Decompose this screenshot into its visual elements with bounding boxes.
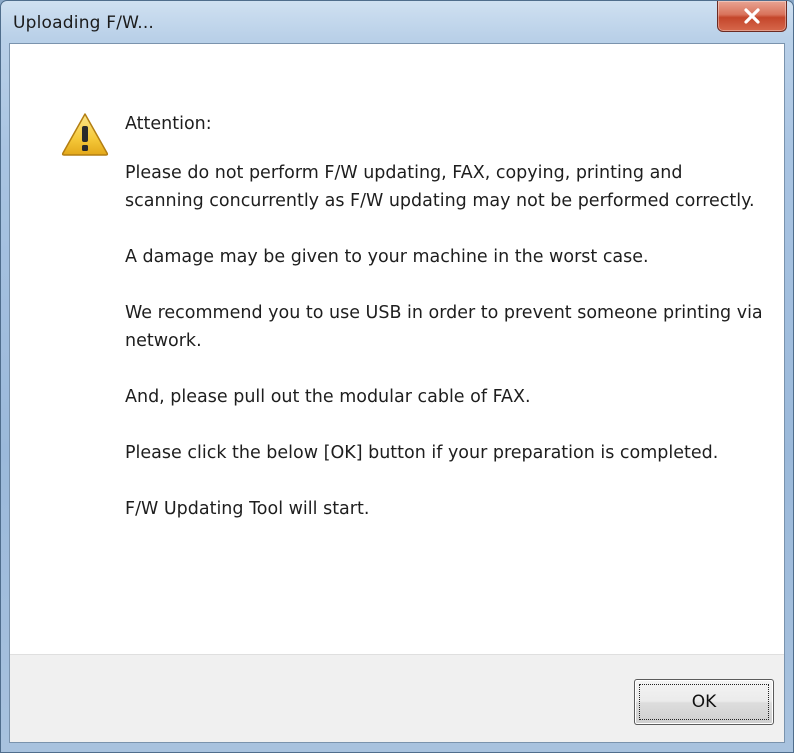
close-icon — [744, 8, 760, 24]
message-paragraph: Please click the below [OK] button if yo… — [125, 443, 719, 463]
dialog-content: Attention: Please do not perform F/W upd… — [9, 43, 785, 743]
message-paragraph: We recommend you to use USB in order to … — [125, 303, 763, 351]
dialog-window: Uploading F/W... Attention: Please do no… — [0, 0, 794, 753]
button-bar: OK — [10, 654, 784, 742]
window-title: Uploading F/W... — [13, 13, 155, 33]
ok-button-label: OK — [639, 684, 769, 720]
message-paragraph: Please do not perform F/W updating, FAX,… — [125, 163, 755, 211]
ok-button[interactable]: OK — [634, 679, 774, 725]
title-bar[interactable]: Uploading F/W... — [1, 1, 793, 44]
warning-icon — [61, 113, 109, 156]
message-body: Attention: Please do not perform F/W upd… — [125, 110, 765, 551]
message-heading: Attention: — [125, 114, 212, 134]
message-paragraph: And, please pull out the modular cable o… — [125, 387, 531, 407]
message-paragraph: A damage may be given to your machine in… — [125, 247, 649, 267]
message-paragraph: F/W Updating Tool will start. — [125, 499, 370, 519]
close-button[interactable] — [717, 1, 787, 32]
